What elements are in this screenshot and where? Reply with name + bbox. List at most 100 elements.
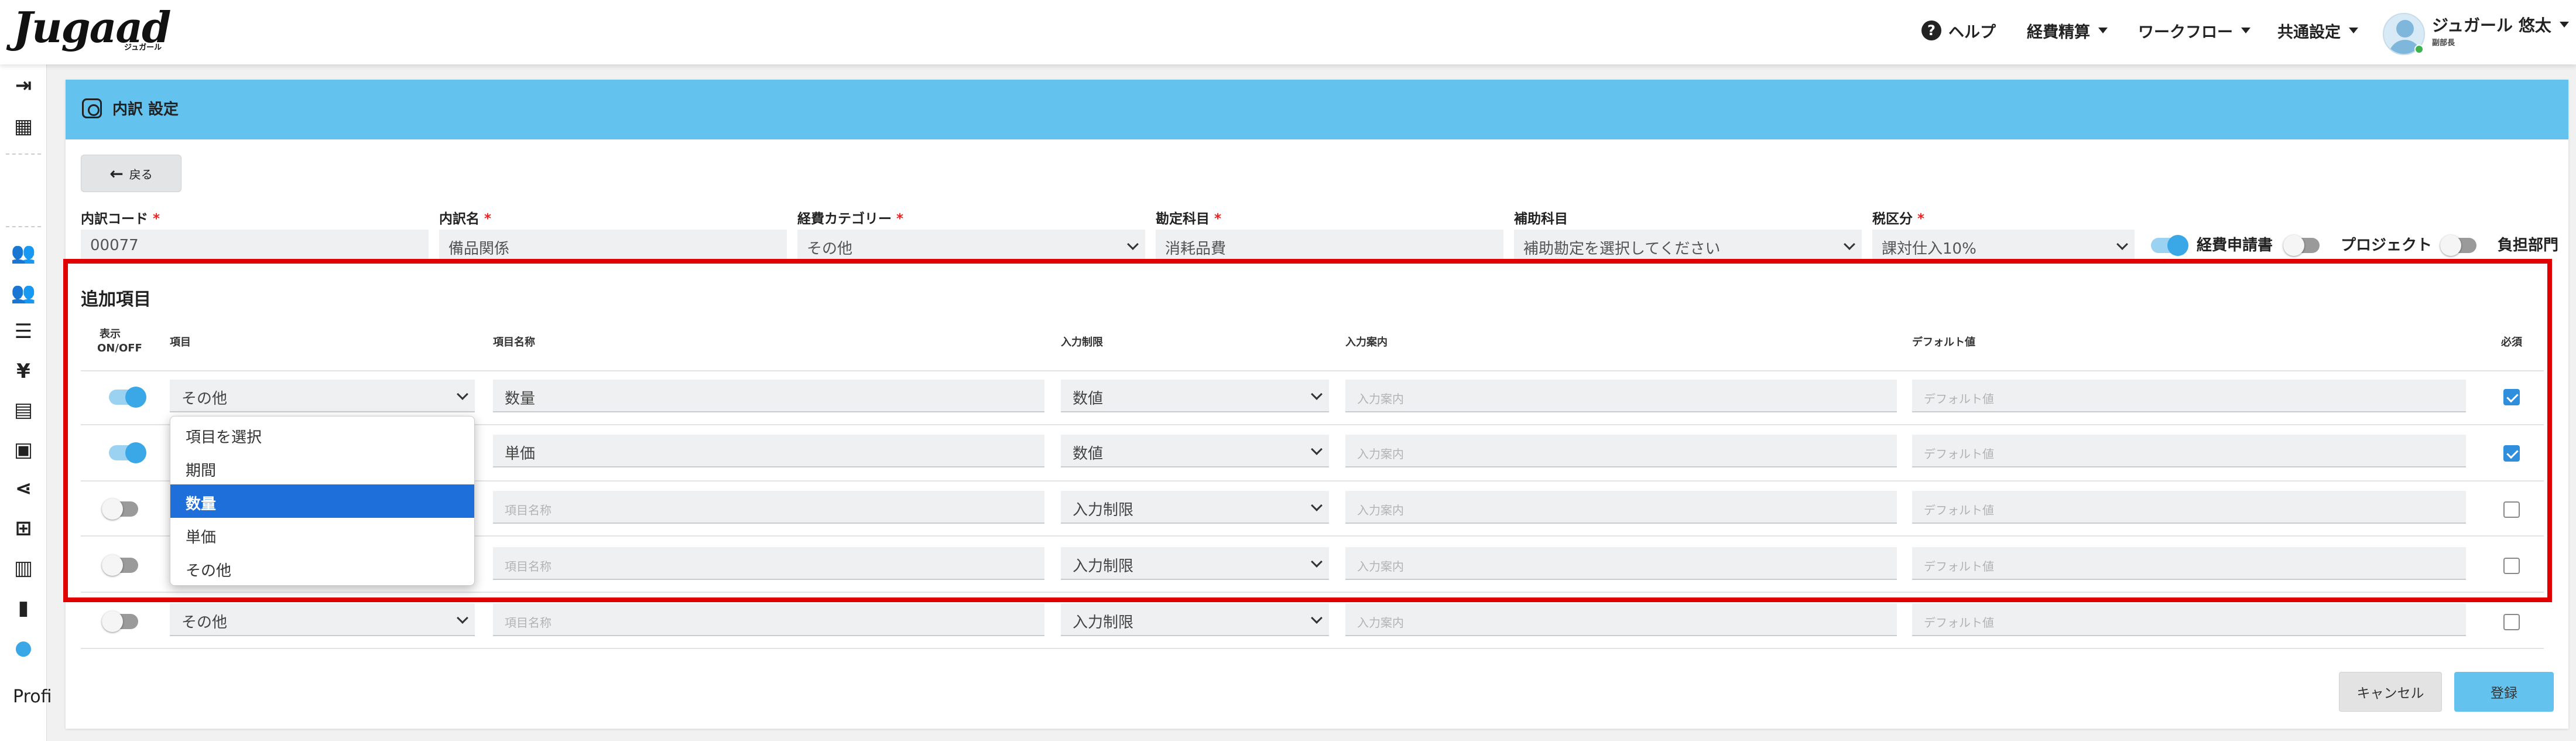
dropdown-option[interactable]: 期間 — [170, 451, 474, 484]
document-icon[interactable]: ▤ — [12, 398, 35, 422]
share-icon[interactable]: ⋖ — [12, 477, 35, 500]
required-checkbox[interactable] — [2503, 614, 2520, 630]
default-value-input[interactable]: デフォルト値 — [1912, 435, 2466, 467]
expense-form-toggle[interactable] — [2151, 235, 2188, 256]
project-toggle-label: プロジェクト — [2341, 237, 2433, 254]
nav-workflow-menu[interactable]: ワークフロー — [2138, 18, 2250, 43]
toggle-knob — [125, 387, 146, 408]
sub-account-label: 補助科目 — [1514, 207, 1568, 227]
input-guide-input[interactable]: 入力案内 — [1345, 380, 1897, 412]
table-icon[interactable]: ⊞ — [12, 517, 35, 540]
yen-icon[interactable]: ¥ — [12, 360, 35, 383]
arrow-left-icon: ← — [109, 163, 124, 183]
row-display-toggle[interactable] — [102, 498, 138, 520]
app-logo-subtitle: ジュガール — [124, 43, 162, 52]
input-limit-select[interactable]: 入力制限 — [1061, 491, 1329, 524]
required-mark: * — [1214, 211, 1222, 227]
code-input[interactable]: 00077 — [81, 230, 429, 262]
user-group-icon[interactable]: 👥 — [11, 241, 36, 265]
chevron-down-icon — [1311, 443, 1323, 455]
item-name-input[interactable]: 項目名称 — [493, 491, 1044, 524]
input-limit-select[interactable]: 数値 — [1061, 380, 1329, 412]
tax-select[interactable]: 課対仕入10% — [1872, 230, 2135, 262]
user-name: ジュガール 悠太 — [2432, 16, 2551, 35]
chevron-down-icon — [2241, 28, 2250, 33]
name-input[interactable]: 備品関係 — [439, 230, 787, 262]
sub-account-value: 補助勘定を選択してください — [1523, 240, 1721, 258]
user-settings-icon[interactable]: 👥 — [11, 281, 36, 305]
default-value-input[interactable]: デフォルト値 — [1912, 380, 2466, 412]
sidebar-profile-label[interactable]: Profi — [13, 687, 52, 707]
row-divider — [81, 648, 2544, 649]
input-guide-input[interactable]: 入力案内 — [1345, 547, 1897, 580]
item-name-input[interactable]: 項目名称 — [493, 547, 1044, 580]
sub-account-select[interactable]: 補助勘定を選択してください — [1514, 230, 1862, 262]
nav-expense-menu[interactable]: 経費精算 — [2027, 18, 2108, 43]
expense-form-toggle-label: 経費申請書 — [2197, 237, 2273, 254]
building-icon[interactable]: ▦ — [12, 115, 35, 138]
chevron-down-icon — [2559, 22, 2569, 28]
chevron-down-icon — [1311, 612, 1323, 624]
item-select[interactable]: その他 — [170, 603, 475, 636]
row-display-toggle[interactable] — [109, 387, 146, 408]
project-toggle[interactable] — [2283, 235, 2320, 256]
library-icon[interactable]: ▥ — [12, 556, 35, 580]
back-button[interactable]: ← 戻る — [81, 155, 181, 192]
default-value-input[interactable]: デフォルト値 — [1912, 491, 2466, 524]
settings-icon — [82, 98, 102, 118]
input-guide-input[interactable]: 入力案内 — [1345, 435, 1897, 467]
tax-label: 税区分 * — [1872, 207, 1924, 227]
nav-workflow-label: ワークフロー — [2138, 23, 2233, 42]
item-name-input[interactable]: 項目名称 — [493, 603, 1044, 636]
default-value-input[interactable]: デフォルト値 — [1912, 603, 2466, 636]
input-guide-input[interactable]: 入力案内 — [1345, 491, 1897, 524]
input-limit-select[interactable]: 入力制限 — [1061, 603, 1329, 636]
default-value-input[interactable]: デフォルト値 — [1912, 547, 2466, 580]
user-menu[interactable]: ジュガール 悠太 — [2432, 13, 2569, 36]
department-toggle[interactable] — [2440, 235, 2476, 256]
required-checkbox[interactable] — [2503, 501, 2520, 518]
dropdown-option[interactable]: その他 — [170, 551, 474, 585]
required-checkbox[interactable] — [2503, 445, 2520, 462]
input-guide-input[interactable]: 入力案内 — [1345, 603, 1897, 636]
receipt-icon[interactable]: ▣ — [12, 438, 35, 462]
dropdown-option[interactable]: 項目を選択 — [170, 418, 474, 451]
dropdown-option-selected[interactable]: 数量 — [170, 484, 474, 518]
chevron-down-icon — [1127, 238, 1139, 250]
toggle-knob — [2167, 235, 2188, 256]
nav-common-settings-menu[interactable]: 共通設定 — [2277, 18, 2358, 43]
header-input-limit: 入力制限 — [1061, 336, 1103, 349]
chevron-down-icon — [2098, 28, 2108, 33]
cancel-button[interactable]: キャンセル — [2339, 672, 2442, 712]
row-display-toggle[interactable] — [109, 442, 146, 463]
input-limit-value: 入力制限 — [1073, 614, 1134, 631]
expand-sidebar-icon[interactable]: ⇥ — [12, 74, 35, 97]
list-icon[interactable]: ☰ — [12, 320, 35, 343]
item-name-input[interactable]: 数量 — [493, 380, 1044, 412]
chevron-down-icon — [1844, 238, 1855, 250]
department-toggle-label: 負担部門 — [2498, 237, 2559, 254]
input-limit-select[interactable]: 数値 — [1061, 435, 1329, 467]
required-checkbox[interactable] — [2503, 558, 2520, 574]
header-item-name: 項目名称 — [493, 336, 535, 349]
dropdown-option[interactable]: 単価 — [170, 518, 474, 551]
toggle-knob — [102, 611, 123, 632]
code-label-text: 内訳コード — [81, 211, 148, 227]
header-display-onoff: ON/OFF — [97, 342, 142, 354]
row-display-toggle[interactable] — [102, 555, 138, 576]
account-input[interactable]: 消耗品費 — [1156, 230, 1503, 262]
item-name-input[interactable]: 単価 — [493, 435, 1044, 467]
input-limit-select[interactable]: 入力制限 — [1061, 547, 1329, 580]
globe-icon[interactable]: ● — [12, 636, 35, 660]
item-select[interactable]: その他 — [170, 380, 475, 412]
required-checkbox[interactable] — [2503, 389, 2520, 405]
book-icon[interactable]: ▮ — [12, 596, 35, 620]
save-button[interactable]: 登録 — [2454, 672, 2554, 712]
row-display-toggle[interactable] — [102, 611, 138, 632]
header-required: 必須 — [2501, 336, 2522, 349]
category-select[interactable]: その他 — [797, 230, 1145, 262]
help-link[interactable]: ? ヘルプ — [1921, 18, 1996, 43]
tax-value: 課対仕入10% — [1882, 240, 1976, 258]
card-header: 内訳 設定 — [66, 80, 2568, 139]
name-label: 内訳名 * — [439, 207, 491, 227]
